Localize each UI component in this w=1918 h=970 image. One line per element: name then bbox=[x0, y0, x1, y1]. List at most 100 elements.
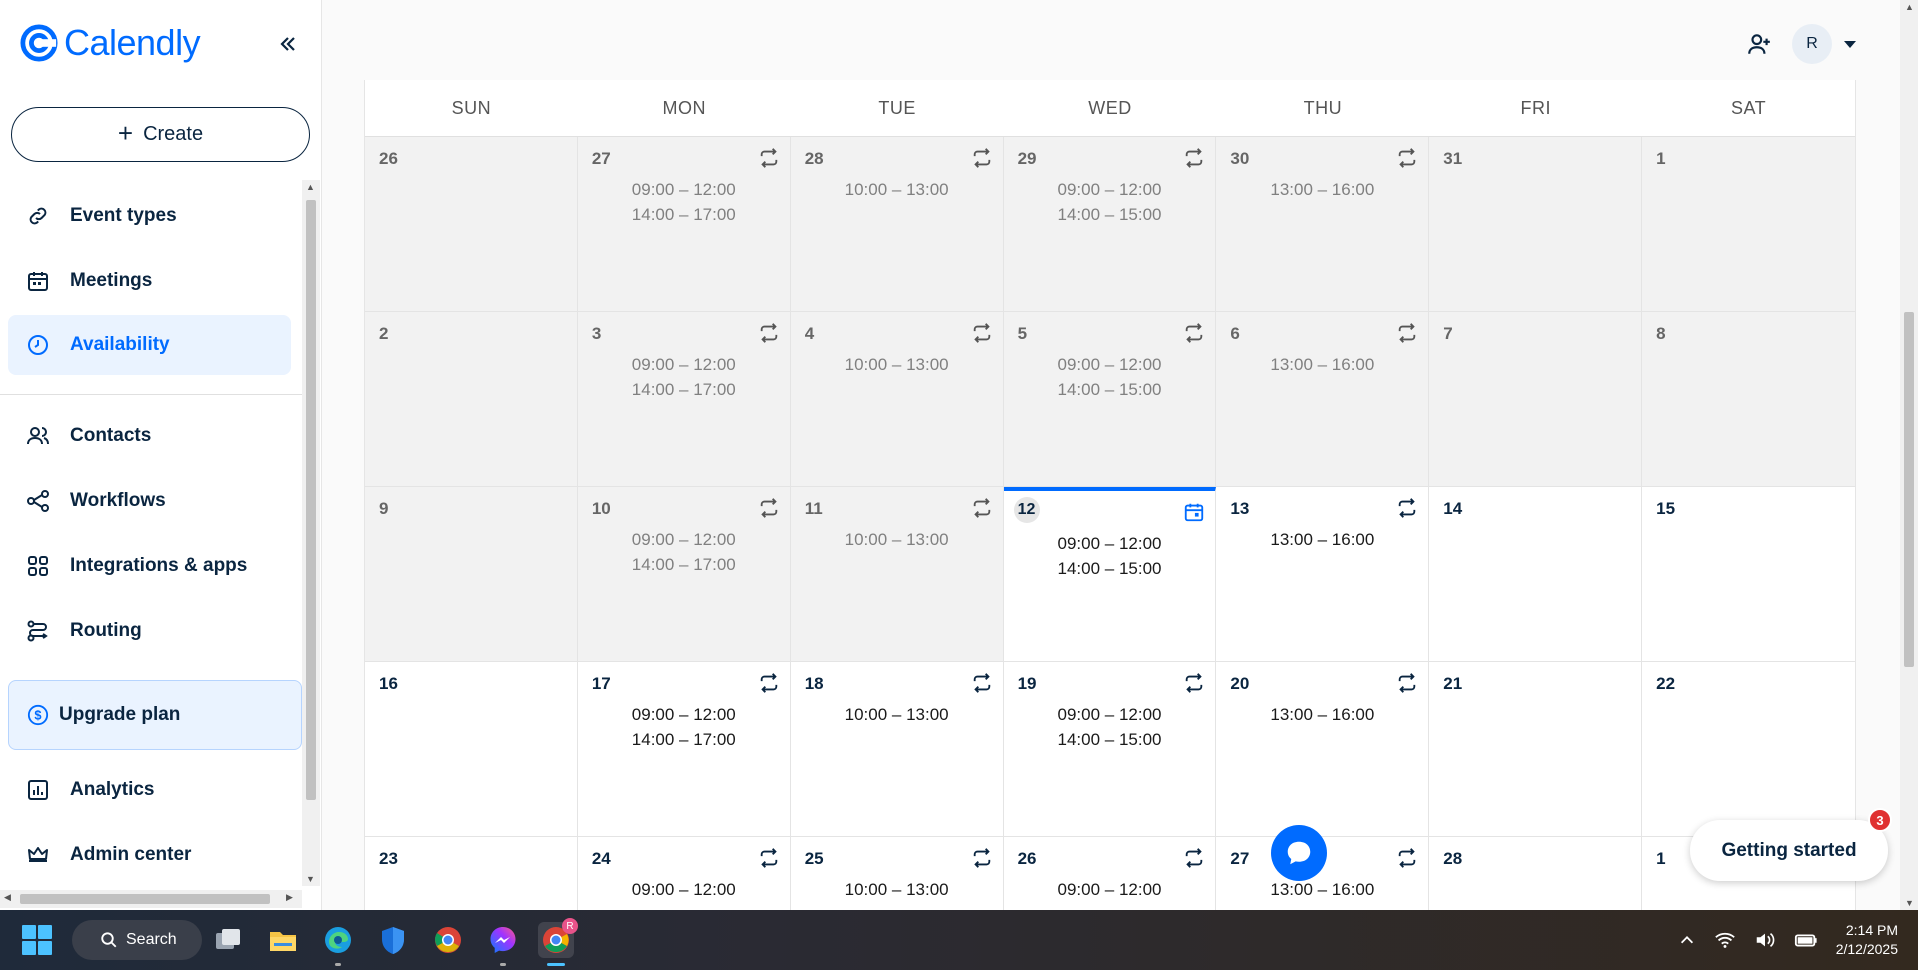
calendar-day-cell[interactable]: 24 09:00 – 12:00 bbox=[577, 837, 791, 910]
availability-times: 10:00 – 13:00 bbox=[791, 527, 1003, 552]
scroll-up-arrow-icon[interactable]: ▲ bbox=[1905, 2, 1914, 12]
sidebar-item-analytics[interactable]: Analytics bbox=[8, 760, 291, 820]
add-user-icon[interactable] bbox=[1746, 31, 1772, 57]
calendar-day-cell[interactable]: 13 13:00 – 16:00 bbox=[1216, 487, 1430, 662]
calendar-day-cell[interactable]: 20 13:00 – 16:00 bbox=[1216, 662, 1430, 837]
calendar-day-cell[interactable]: 3 09:00 – 12:00 14:00 – 17:00 bbox=[577, 312, 791, 487]
battery-icon[interactable] bbox=[1794, 931, 1818, 949]
task-view-icon[interactable] bbox=[210, 922, 246, 958]
day-number: 13 bbox=[1230, 499, 1250, 518]
calendar-day-cell[interactable]: 9 bbox=[365, 487, 578, 662]
chat-button[interactable] bbox=[1271, 825, 1327, 881]
windows-start-icon[interactable] bbox=[22, 925, 52, 955]
calendar-day-cell[interactable]: 7 bbox=[1429, 312, 1643, 487]
calendar-day-cell[interactable]: 22 bbox=[1642, 662, 1855, 837]
calendar-day-cell[interactable]: 14 bbox=[1429, 487, 1643, 662]
collapse-sidebar-button[interactable] bbox=[272, 28, 304, 60]
sidebar-item-routing[interactable]: Routing bbox=[8, 601, 291, 661]
sidebar-item-admin-center[interactable]: Admin center bbox=[8, 825, 291, 885]
sidebar-item-meetings[interactable]: Meetings bbox=[8, 251, 291, 311]
day-number: 14 bbox=[1443, 499, 1463, 518]
time-range: 14:00 – 15:00 bbox=[1057, 380, 1162, 399]
scroll-down-arrow-icon[interactable]: ▼ bbox=[1905, 898, 1914, 908]
create-button[interactable]: + Create bbox=[11, 107, 310, 162]
sidebar-horizontal-scrollbar[interactable]: ◀ ▶ bbox=[0, 890, 302, 908]
calendar-day-cell[interactable]: 16 bbox=[365, 662, 578, 837]
scroll-down-arrow-icon[interactable]: ▼ bbox=[306, 874, 315, 884]
chevron-down-icon[interactable] bbox=[1844, 40, 1856, 48]
day-number: 11 bbox=[804, 499, 823, 518]
main-vertical-scrollbar[interactable]: ▲ ▼ bbox=[1900, 0, 1918, 910]
security-shield-icon[interactable] bbox=[375, 922, 411, 958]
system-clock[interactable]: 2:14 PM 2/12/2025 bbox=[1836, 921, 1898, 959]
calendar-day-cell[interactable]: 5 09:00 – 12:00 14:00 – 15:00 bbox=[1003, 312, 1217, 487]
sidebar-item-availability[interactable]: Availability bbox=[8, 315, 291, 375]
calendar-day-cell[interactable]: 26 09:00 – 12:00 bbox=[1003, 837, 1217, 910]
calendar-day-cell[interactable]: 26 bbox=[365, 137, 578, 312]
volume-icon[interactable] bbox=[1754, 930, 1776, 950]
day-number: 31 bbox=[1443, 149, 1463, 168]
day-number: 17 bbox=[591, 674, 611, 693]
calendar-day-cell[interactable]: 4 10:00 – 13:00 bbox=[790, 312, 1004, 487]
scrollbar-thumb[interactable] bbox=[306, 200, 316, 800]
taskbar-search[interactable]: Search bbox=[72, 920, 202, 960]
calendar-day-cell[interactable]: 23 bbox=[365, 837, 578, 910]
scroll-left-arrow-icon[interactable]: ◀ bbox=[4, 892, 11, 903]
calendly-logo[interactable]: Calendly bbox=[20, 22, 201, 64]
calendar-day-cell[interactable]: 11 10:00 – 13:00 bbox=[790, 487, 1004, 662]
calendar-day-cell[interactable]: 2 bbox=[365, 312, 578, 487]
calendar-day-cell[interactable]: 6 13:00 – 16:00 bbox=[1216, 312, 1430, 487]
upgrade-plan-label: Upgrade plan bbox=[59, 704, 181, 725]
messenger-icon[interactable] bbox=[485, 922, 521, 966]
scrollbar-thumb[interactable] bbox=[1904, 312, 1914, 667]
chevron-up-icon[interactable] bbox=[1678, 931, 1696, 949]
sidebar-vertical-scrollbar[interactable]: ▲ ▼ bbox=[302, 180, 320, 886]
calendar-day-cell[interactable]: 30 13:00 – 16:00 bbox=[1216, 137, 1430, 312]
weekday-label: SUN bbox=[451, 97, 492, 118]
scrollbar-thumb[interactable] bbox=[20, 894, 270, 904]
day-number: 9 bbox=[379, 499, 389, 518]
calendar-icon bbox=[28, 272, 48, 291]
repeat-icon bbox=[1396, 672, 1418, 694]
day-number: 10 bbox=[591, 499, 611, 518]
calendar-day-cell[interactable]: 10 09:00 – 12:00 14:00 – 17:00 bbox=[577, 487, 791, 662]
calendar-day-cell[interactable]: 27 09:00 – 12:00 14:00 – 17:00 bbox=[577, 137, 791, 312]
sidebar-item-workflows[interactable]: Workflows bbox=[8, 471, 291, 531]
file-explorer-icon[interactable] bbox=[265, 922, 301, 958]
repeat-icon bbox=[1396, 497, 1418, 519]
calendar-day-cell[interactable]: 15 bbox=[1642, 487, 1855, 662]
calendar-day-cell[interactable]: 25 10:00 – 13:00 bbox=[790, 837, 1004, 910]
calendar-day-cell[interactable]: 8 bbox=[1642, 312, 1855, 487]
getting-started-button[interactable]: Getting started 3 bbox=[1690, 808, 1892, 881]
availability-times: 09:00 – 12:00 14:00 – 17:00 bbox=[578, 177, 790, 227]
scroll-up-arrow-icon[interactable]: ▲ bbox=[306, 182, 315, 192]
avatar[interactable]: R bbox=[1792, 24, 1832, 64]
calendar-day-cell[interactable]: 28 bbox=[1429, 837, 1643, 910]
sidebar-item-integrations[interactable]: Integrations & apps bbox=[8, 536, 291, 596]
contacts-icon bbox=[27, 427, 49, 445]
calendar-day-cell[interactable]: 19 09:00 – 12:00 14:00 – 15:00 bbox=[1003, 662, 1217, 837]
edge-browser-icon[interactable] bbox=[320, 922, 356, 966]
day-number: 18 bbox=[804, 674, 824, 693]
sidebar-item-event-types[interactable]: Event types bbox=[8, 186, 291, 246]
availability-times: 13:00 – 16:00 bbox=[1216, 702, 1428, 727]
wifi-icon[interactable] bbox=[1714, 930, 1736, 950]
day-number: 7 bbox=[1443, 324, 1453, 343]
calendar-day-cell[interactable]: 18 10:00 – 13:00 bbox=[790, 662, 1004, 837]
chrome-profile-icon[interactable]: R bbox=[538, 918, 578, 966]
calendar-day-cell[interactable]: 29 09:00 – 12:00 14:00 – 15:00 bbox=[1003, 137, 1217, 312]
upgrade-plan-button[interactable]: $ Upgrade plan bbox=[8, 680, 302, 750]
calendar-day-cell[interactable]: 21 bbox=[1429, 662, 1643, 837]
sidebar-item-contacts[interactable]: Contacts bbox=[8, 406, 291, 466]
calendar-day-cell[interactable]: 1 bbox=[1642, 137, 1855, 312]
calendar-day-cell-today[interactable]: 12 09:00 – 12:00 14:00 – 15:00 bbox=[1003, 487, 1217, 662]
time-range: 14:00 – 15:00 bbox=[1057, 559, 1162, 578]
day-number: 16 bbox=[379, 674, 398, 693]
calendar-day-cell[interactable]: 17 09:00 – 12:00 14:00 – 17:00 bbox=[577, 662, 791, 837]
scroll-right-arrow-icon[interactable]: ▶ bbox=[286, 892, 293, 903]
calendar-day-cell[interactable]: 28 10:00 – 13:00 bbox=[790, 137, 1004, 312]
calendar-day-cell[interactable]: 31 bbox=[1429, 137, 1643, 312]
availability-times: 13:00 – 16:00 bbox=[1216, 527, 1428, 552]
chrome-icon[interactable] bbox=[430, 922, 466, 958]
repeat-icon bbox=[1183, 322, 1205, 344]
